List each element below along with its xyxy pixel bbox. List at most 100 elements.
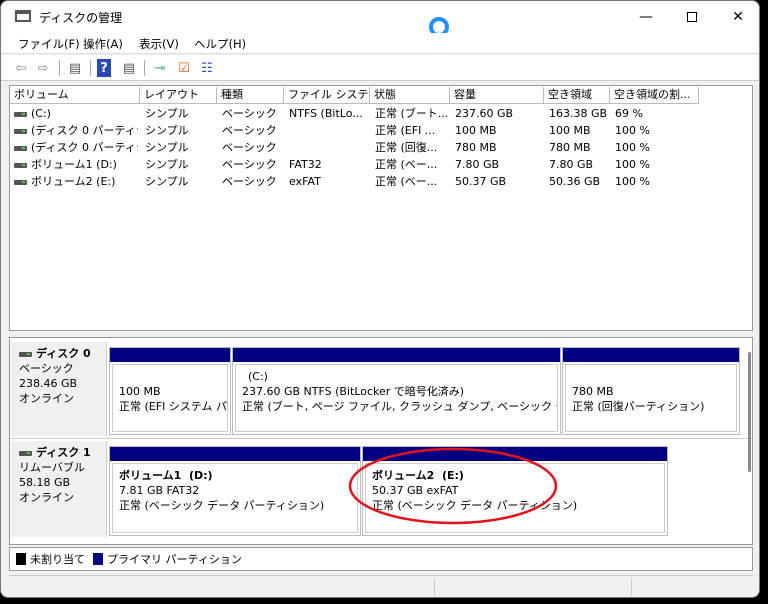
- toolbar-separator: [144, 60, 145, 76]
- disk-management-app-icon: [15, 10, 31, 22]
- highlight-ellipse: [348, 447, 558, 525]
- disk-icon: [19, 351, 32, 357]
- cell-status: 正常 (ブート...: [375, 105, 449, 122]
- cell-text: 7.80 GB: [455, 158, 500, 171]
- table-row[interactable]: (ディスク 0 パーティシ... シンプル ベーシック 正常 (回復... 780 MB…: [10, 139, 752, 156]
- disk-name: ディスク 1: [36, 446, 91, 459]
- partition-efi[interactable]: 100 MB 正常 (EFI システム パー: [109, 347, 231, 435]
- cell-free-space: 50.36 GB: [549, 173, 609, 190]
- cell-free-percent: 100 %: [615, 156, 698, 173]
- cell-free-percent: 100 %: [615, 122, 698, 139]
- volume-icon: [14, 179, 27, 185]
- status-bar: [9, 575, 753, 597]
- column-header-free-space[interactable]: 空き領域: [544, 87, 610, 104]
- cell-text: 100 %: [615, 124, 650, 137]
- cell-status: 正常 (回復...: [375, 139, 449, 156]
- cell-type: ベーシック: [222, 173, 283, 190]
- cell-text: 正常 (ブート...: [375, 107, 449, 120]
- cell-text: NTFS (BitLo...: [289, 107, 363, 120]
- disk-size: 58.18 GB: [19, 476, 71, 489]
- cell-text: シンプル: [145, 141, 189, 154]
- cell-layout: シンプル: [145, 156, 216, 173]
- check-icon[interactable]: ☑: [175, 59, 193, 77]
- cell-volume: (C:): [14, 105, 138, 122]
- cell-text: ベーシック: [222, 124, 277, 137]
- volume-icon: [14, 145, 27, 151]
- volume-list: ボリューム レイアウト 種類 ファイル システム 状態 容量 空き領域 空き領域…: [9, 85, 753, 331]
- column-header-status[interactable]: 状態: [370, 87, 450, 104]
- partition-bar: [110, 447, 360, 461]
- cell-capacity: 780 MB: [455, 139, 543, 156]
- column-header-volume[interactable]: ボリューム: [10, 87, 140, 104]
- cell-text: 正常 (EFI ...: [375, 124, 436, 137]
- cell-text: ベーシック: [222, 158, 277, 171]
- cell-text: 100 %: [615, 141, 650, 154]
- column-header-layout[interactable]: レイアウト: [140, 87, 217, 104]
- partition-status: 正常 (ベーシック データ パーティション): [119, 499, 325, 512]
- cell-text: (ディスク 0 パーティシ...: [31, 141, 138, 154]
- cell-text: 163.38 GB: [549, 107, 608, 120]
- help-icon[interactable]: ?: [97, 59, 111, 77]
- partition-title: ボリューム1 (D:): [119, 469, 213, 482]
- cell-text: 50.36 GB: [549, 175, 601, 188]
- cell-text: 69 %: [615, 107, 643, 120]
- properties-icon[interactable]: ☷: [198, 59, 216, 77]
- column-header-free-percent[interactable]: 空き領域の割...: [610, 87, 699, 104]
- disk-icon: [19, 450, 32, 456]
- disk-status: オンライン: [19, 392, 74, 405]
- forward-icon[interactable]: ⇨: [34, 59, 52, 77]
- cell-layout: シンプル: [145, 173, 216, 190]
- vertical-scrollbar[interactable]: [748, 352, 751, 472]
- maximize-button[interactable]: [669, 1, 715, 33]
- menu-action[interactable]: 操作(A): [83, 36, 123, 52]
- connect-disk-icon[interactable]: ⊸: [151, 59, 169, 77]
- cell-layout: シンプル: [145, 122, 216, 139]
- table-row[interactable]: ボリューム2 (E:) シンプル ベーシック exFAT 正常 (ベー... 50.37 …: [10, 173, 752, 190]
- partition-size: 100 MB: [119, 385, 161, 398]
- volume-icon: [14, 111, 27, 117]
- disk-size: 238.46 GB: [19, 377, 78, 390]
- title-bar: ディスクの管理 — ✕: [1, 1, 759, 37]
- close-button[interactable]: ✕: [715, 1, 759, 33]
- table-row[interactable]: (C:) シンプル ベーシック NTFS (BitLo... 正常 (ブート... 237…: [10, 105, 752, 122]
- action-pane-icon[interactable]: ▤: [120, 59, 138, 77]
- table-row[interactable]: ボリューム1 (D:) シンプル ベーシック FAT32 正常 (ベー... 7.80 G…: [10, 156, 752, 173]
- cell-status: 正常 (EFI ...: [375, 122, 449, 139]
- partition-bar: [233, 348, 560, 362]
- volume-icon: [14, 162, 27, 168]
- column-header-type[interactable]: 種類: [217, 87, 284, 104]
- cell-text: 237.60 GB: [455, 107, 514, 120]
- cell-type: ベーシック: [222, 122, 283, 139]
- cell-layout: シンプル: [145, 139, 216, 156]
- minimize-button[interactable]: —: [623, 1, 669, 33]
- disk-1-label[interactable]: ディスク 1 リムーバブル 58.18 GB オンライン: [11, 441, 107, 537]
- menu-view[interactable]: 表示(V): [139, 36, 179, 52]
- table-row[interactable]: (ディスク 0 パーティシ... シンプル ベーシック 正常 (EFI ... 100 …: [10, 122, 752, 139]
- console-tree-icon[interactable]: ▤: [66, 59, 84, 77]
- cell-text: 780 MB: [455, 141, 497, 154]
- cell-text: 100 %: [615, 175, 650, 188]
- cell-text: シンプル: [145, 107, 189, 120]
- menu-file[interactable]: ファイル(F): [18, 36, 80, 52]
- menu-help[interactable]: ヘルプ(H): [194, 36, 246, 52]
- column-header-capacity[interactable]: 容量: [450, 87, 544, 104]
- partition-recovery[interactable]: 780 MB 正常 (回復パーティション): [562, 347, 740, 435]
- disk-0-label[interactable]: ディスク 0 ベーシック 238.46 GB オンライン: [11, 342, 107, 436]
- partition-size: 7.81 GB FAT32: [119, 484, 200, 497]
- cell-text: 100 %: [615, 158, 650, 171]
- cell-status: 正常 (ベー...: [375, 173, 449, 190]
- cell-text: シンプル: [145, 124, 189, 137]
- partition-d[interactable]: ボリューム1 (D:) 7.81 GB FAT32 正常 (ベーシック データ パー…: [109, 446, 361, 536]
- partition-c[interactable]: (C:) 237.60 GB NTFS (BitLocker で暗号化済み) 正常 …: [232, 347, 561, 435]
- partition-status: 正常 (ブート, ページ ファイル, クラッシュ ダンプ, ベーシック データ …: [242, 400, 557, 413]
- cell-text: シンプル: [145, 175, 189, 188]
- back-icon[interactable]: ⇦: [12, 59, 30, 77]
- cell-capacity: 7.80 GB: [455, 156, 543, 173]
- disk-type: ベーシック: [19, 362, 74, 375]
- cell-text: ベーシック: [222, 141, 277, 154]
- column-header-filesystem[interactable]: ファイル システム: [284, 87, 370, 104]
- toolbar: ⇦ ⇨ ▤ ? ▤ ⊸ ☑ ☷: [1, 55, 759, 81]
- cell-text: ボリューム1 (D:): [31, 158, 117, 171]
- cell-text: ベーシック: [222, 107, 277, 120]
- legend-primary-partition: プライマリ パーティション: [107, 553, 242, 566]
